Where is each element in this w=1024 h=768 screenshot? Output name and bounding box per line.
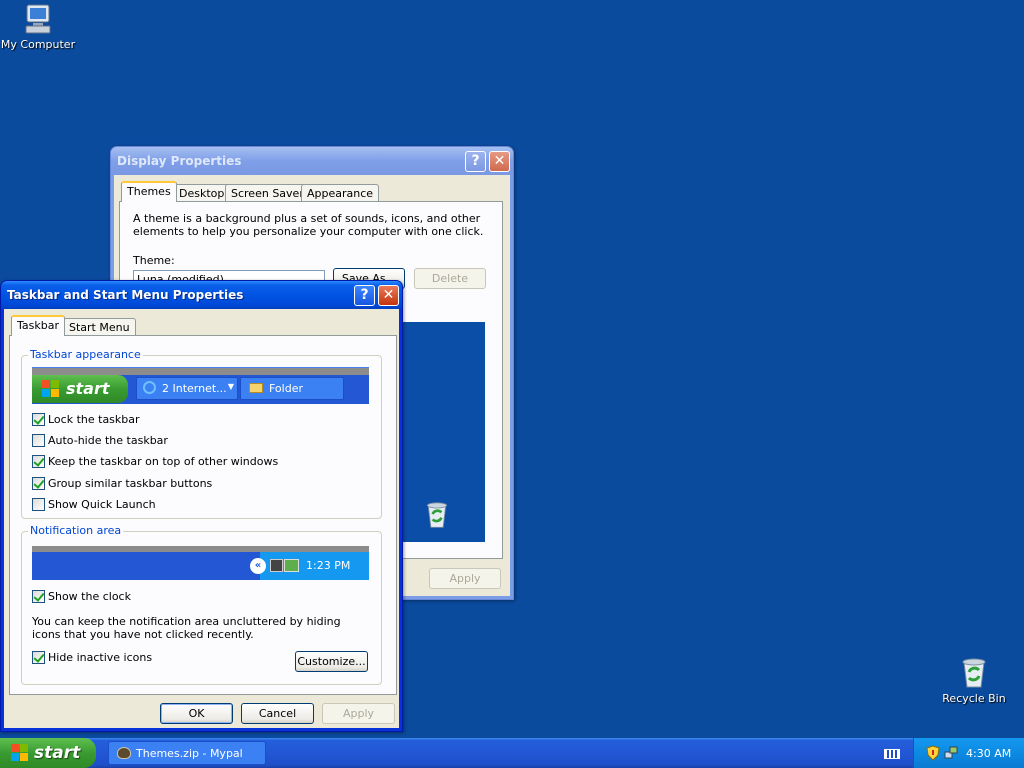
group-title: Taskbar appearance	[28, 348, 143, 361]
checkbox[interactable]	[32, 498, 45, 511]
checkbox[interactable]	[32, 455, 45, 468]
mypal-browser-icon	[117, 747, 131, 759]
printer-icon	[284, 559, 299, 572]
notification-description: You can keep the notification area unclu…	[32, 615, 341, 641]
clock[interactable]: 4:30 AM	[966, 747, 1011, 760]
recycle-bin-icon	[426, 502, 448, 528]
start-button[interactable]: start	[0, 738, 96, 768]
window-title: Taskbar and Start Menu Properties	[7, 288, 244, 302]
tab-screen-saver[interactable]: Screen Saver	[225, 184, 310, 202]
tab-start-menu[interactable]: Start Menu	[63, 318, 136, 336]
tab-taskbar[interactable]: Taskbar	[11, 315, 65, 336]
preview-task-button-folder: Folder	[240, 377, 344, 400]
preview-task-label: 2 Internet...	[162, 382, 227, 395]
task-label: Themes.zip - Mypal	[136, 747, 243, 760]
taskbar-appearance-group: Taskbar appearance start 2 Internet... ▼	[21, 348, 382, 519]
help-button[interactable]: ?	[465, 151, 486, 172]
internet-explorer-icon	[143, 381, 156, 394]
windows-logo-icon	[11, 744, 29, 762]
delete-button: Delete	[414, 268, 486, 289]
network-connection-icon[interactable]	[944, 745, 958, 761]
notification-area-group: Notification area « 1:23 PM Show the clo…	[21, 524, 382, 685]
option-label: Show the clock	[48, 590, 131, 603]
taskbar: start Themes.zip - Mypal 4:30 AM	[0, 738, 1024, 768]
security-shield-icon[interactable]	[926, 745, 940, 761]
close-button[interactable]: ✕	[378, 285, 399, 306]
desktop-icon-my-computer[interactable]: My Computer	[0, 2, 78, 51]
windows-logo-icon	[42, 380, 60, 398]
lock-taskbar-option[interactable]: Lock the taskbar	[32, 413, 140, 426]
preview-top-strip	[32, 368, 369, 375]
group-title: Notification area	[28, 524, 124, 537]
checkbox[interactable]	[32, 590, 45, 603]
preview-start-button: start	[32, 375, 128, 403]
taskbar-task-button[interactable]: Themes.zip - Mypal	[108, 741, 266, 765]
window-title: Display Properties	[117, 154, 242, 168]
desktop-icon-label: My Computer	[0, 38, 76, 51]
notification-preview: « 1:23 PM	[32, 546, 369, 580]
option-label: Group similar taskbar buttons	[48, 477, 213, 490]
help-button[interactable]: ?	[354, 285, 375, 306]
taskbar-properties-window: Taskbar and Start Menu Properties ? ✕ Ta…	[0, 280, 403, 732]
computer-icon	[25, 4, 51, 34]
dropdown-arrow-icon: ▼	[227, 382, 234, 391]
checkbox[interactable]	[32, 477, 45, 490]
recycle-bin-icon	[962, 658, 986, 688]
option-label: Show Quick Launch	[48, 498, 156, 511]
show-clock-option[interactable]: Show the clock	[32, 590, 131, 603]
close-button[interactable]: ✕	[489, 151, 510, 172]
option-label: Lock the taskbar	[48, 413, 140, 426]
theme-label: Theme:	[133, 254, 175, 267]
keep-on-top-option[interactable]: Keep the taskbar on top of other windows	[32, 455, 278, 468]
tab-themes[interactable]: Themes	[121, 181, 177, 202]
customize-button[interactable]: Customize...	[295, 651, 368, 672]
ok-button[interactable]: OK	[160, 703, 233, 724]
preview-start-label: start	[66, 379, 110, 398]
tab-desktop[interactable]: Desktop	[173, 184, 231, 202]
notification-area: 4:30 AM	[913, 738, 1024, 768]
notification-preview-time: 1:23 PM	[306, 559, 351, 572]
apply-button: Apply	[322, 703, 395, 724]
desktop-icon-recycle-bin[interactable]: Recycle Bin	[934, 656, 1014, 705]
chevron-left-icon: «	[250, 558, 266, 574]
cancel-button[interactable]: Cancel	[241, 703, 314, 724]
start-label: start	[34, 743, 81, 763]
folder-icon	[249, 383, 263, 393]
desktop-icon-label: Recycle Bin	[942, 692, 1006, 705]
taskbar-preview: start 2 Internet... ▼ Folder	[32, 367, 369, 404]
keyboard-language-icon[interactable]	[884, 749, 900, 759]
preview-task-button-internet: 2 Internet... ▼	[136, 377, 238, 400]
option-label: Hide inactive icons	[48, 651, 153, 664]
window-client: Taskbar Start Menu Taskbar appearance st…	[4, 309, 399, 728]
group-buttons-option[interactable]: Group similar taskbar buttons	[32, 477, 212, 490]
preview-task-label: Folder	[269, 382, 303, 395]
theme-preview	[392, 322, 485, 542]
option-label: Auto-hide the taskbar	[48, 434, 168, 447]
option-label: Keep the taskbar on top of other windows	[48, 455, 279, 468]
taskbar-tab-page: Taskbar appearance start 2 Internet... ▼	[9, 335, 397, 695]
checkbox[interactable]	[32, 413, 45, 426]
preview-tray: « 1:23 PM	[250, 552, 369, 580]
quick-launch-option[interactable]: Show Quick Launch	[32, 498, 156, 511]
title-bar[interactable]: Taskbar and Start Menu Properties ? ✕	[1, 281, 402, 309]
themes-description: A theme is a background plus a set of so…	[133, 212, 484, 238]
tab-appearance[interactable]: Appearance	[301, 184, 380, 202]
network-icon	[270, 559, 283, 572]
hide-inactive-option[interactable]: Hide inactive icons	[32, 651, 152, 664]
title-bar[interactable]: Display Properties ? ✕	[111, 147, 513, 175]
checkbox[interactable]	[32, 434, 45, 447]
apply-button: Apply	[429, 568, 501, 589]
auto-hide-option[interactable]: Auto-hide the taskbar	[32, 434, 168, 447]
checkbox[interactable]	[32, 651, 45, 664]
